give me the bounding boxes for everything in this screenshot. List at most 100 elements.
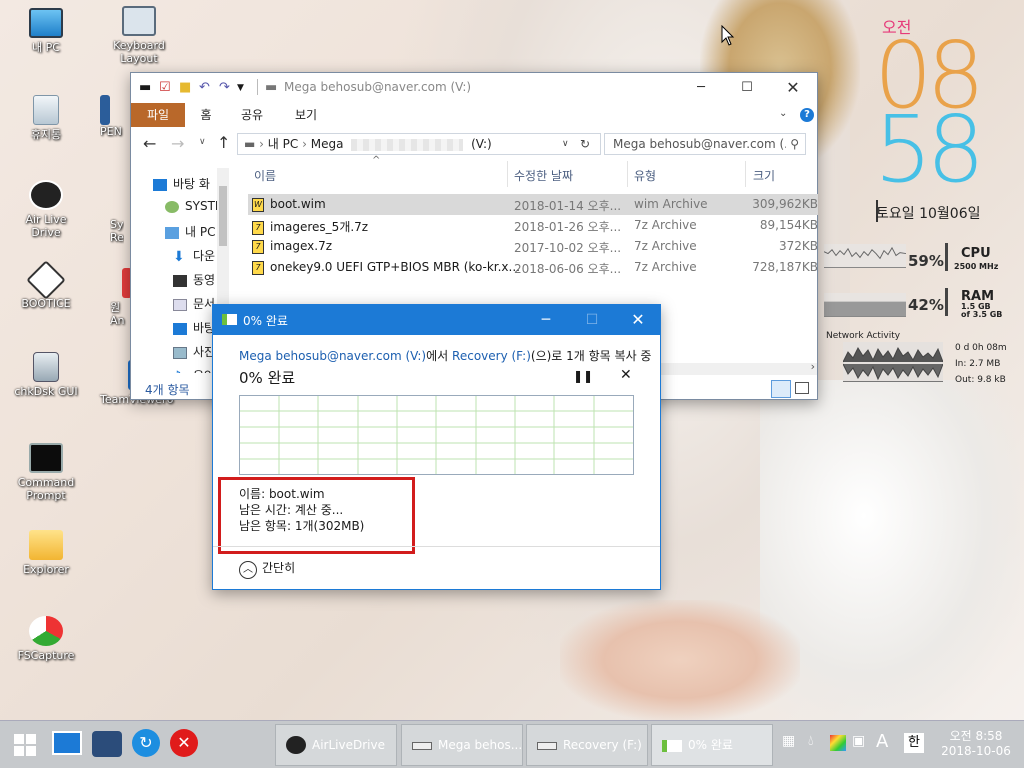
drive-icon[interactable]: ▬ <box>139 80 151 95</box>
desktop-icon-fscapture[interactable]: FSCapture <box>10 616 82 662</box>
desktop-icon-bootice[interactable]: BOOTICE <box>10 260 82 310</box>
nav-item-music[interactable]: ♪음악 <box>173 367 215 373</box>
dialog-titlebar[interactable]: 0% 완료 ─ ☐ ✕ <box>213 305 660 335</box>
file-row[interactable]: 7 imageres_5개.7z 2018-01-26 오후... 7z Arch… <box>248 215 818 236</box>
speed-graph <box>239 395 634 475</box>
nav-item-videos[interactable]: 동영 <box>173 271 215 288</box>
desktop-taskbar-icon[interactable] <box>52 731 82 755</box>
taskbar-button-copy-progress[interactable]: 0% 완료 <box>651 724 773 766</box>
search-icon: ⚲ <box>786 134 799 154</box>
color-tray-icon[interactable] <box>830 735 846 751</box>
recent-locations-icon[interactable]: ∨ <box>199 137 206 147</box>
font-a-tray-icon[interactable]: A <box>876 731 888 752</box>
column-divider[interactable] <box>745 161 746 187</box>
breadcrumb-drive[interactable]: (V:) <box>471 137 492 151</box>
forward-arrow-icon[interactable]: → <box>171 134 184 153</box>
copy-progress-dialog[interactable]: 0% 완료 ─ ☐ ✕ Mega behosub@naver.com (V:)에… <box>212 304 661 590</box>
dialog-maximize-button[interactable]: ☐ <box>569 305 615 335</box>
desktop-icon-command-prompt[interactable]: Command Prompt <box>10 443 82 502</box>
nav-item-pictures[interactable]: 사진 <box>173 343 215 360</box>
tab-share[interactable]: 공유 <box>237 103 267 127</box>
search-input[interactable]: Mega behosub@naver.com (... ⚲ <box>604 133 806 155</box>
details-view-icon[interactable] <box>771 380 791 398</box>
scroll-right-icon[interactable]: › <box>811 360 815 373</box>
cancel-copy-button[interactable]: ✕ <box>620 367 632 383</box>
chkdsk-icon <box>33 352 59 382</box>
network-tray-icon[interactable]: ▦ <box>782 733 795 749</box>
undo-icon[interactable]: ↶ <box>199 80 210 95</box>
nav-scrollbar-thumb[interactable] <box>219 186 227 246</box>
desktop-icon-keyboard-layout[interactable]: Keyboard Layout <box>103 6 175 65</box>
screenshot-taskbar-icon[interactable] <box>92 731 122 757</box>
desktop-icon-label: FSCapture <box>17 649 75 662</box>
nav-item-downloads[interactable]: ⬇ 다운 <box>173 247 215 264</box>
close-taskbar-icon[interactable]: ✕ <box>170 729 198 757</box>
nav-item-system[interactable]: SYSTE <box>165 199 222 213</box>
source-link[interactable]: Mega behosub@naver.com (V:) <box>239 349 426 363</box>
desktop-icon-recycle-bin[interactable]: 휴지통 <box>10 95 82 141</box>
desktop-icon-air-live-drive[interactable]: Air Live Drive <box>10 180 82 239</box>
ime-indicator[interactable]: 한 <box>904 733 924 753</box>
collapse-label: 간단히 <box>262 561 296 575</box>
qat-dropdown-icon[interactable]: ▼ <box>237 83 244 93</box>
up-arrow-icon[interactable]: ↑ <box>217 133 230 152</box>
column-type[interactable]: 유형 <box>634 167 656 184</box>
column-divider[interactable] <box>627 161 628 187</box>
monitor-tray-icon[interactable]: ▣ <box>852 733 865 749</box>
taskbar-button-mega[interactable]: Mega behos... <box>401 724 523 766</box>
address-dropdown-icon[interactable]: ∨ <box>562 134 569 154</box>
properties-icon[interactable]: ☑ <box>159 80 171 95</box>
desktop-icon-pen[interactable]: PEN <box>100 95 130 138</box>
new-folder-icon[interactable]: ■ <box>179 80 191 95</box>
desktop-icon-chkdsk-gui[interactable]: chkDsk GUI <box>10 352 82 398</box>
help-icon[interactable]: ? <box>800 108 814 122</box>
taskbar-clock[interactable]: 오전 8:58 2018-10-06 <box>936 729 1016 759</box>
breadcrumb-my-pc[interactable]: 내 PC <box>268 137 298 151</box>
nav-item-my-pc[interactable]: 내 PC <box>165 223 215 240</box>
collapse-details-button[interactable]: ︿ 간단히 <box>239 559 295 579</box>
maximize-button[interactable]: ☐ <box>724 73 770 103</box>
desktop-icon-system[interactable]: Sy Re <box>110 218 130 244</box>
network-out: Out: 9.8 kB <box>955 375 1006 385</box>
redo-icon[interactable]: ↷ <box>219 80 230 95</box>
column-date[interactable]: 수정한 날짜 <box>514 167 573 184</box>
music-icon: ♪ <box>173 370 187 374</box>
tab-view[interactable]: 보기 <box>291 103 321 127</box>
large-icons-view-icon[interactable] <box>795 382 809 394</box>
explorer-titlebar[interactable]: ▬ ☑ ■ ↶ ↷ ▼ ▬ Mega behosub@naver.com (V:… <box>131 73 817 103</box>
nav-item-desktop2[interactable]: 바탕 <box>173 319 215 336</box>
desktop-icon-explorer[interactable]: Explorer <box>10 530 82 576</box>
breadcrumb-mega[interactable]: Mega <box>311 137 344 151</box>
minimize-button[interactable]: ─ <box>678 73 724 103</box>
column-size[interactable]: 크기 <box>753 167 775 184</box>
pause-button[interactable]: ❚❚ <box>573 369 593 383</box>
desktop-icon-my-pc[interactable]: 내 PC <box>10 8 82 54</box>
nav-item-desktop[interactable]: 바탕 화 <box>153 175 210 192</box>
drop-tray-icon[interactable]: 💧︎ <box>808 733 814 749</box>
network-title: Network Activity <box>826 331 901 341</box>
column-divider[interactable] <box>507 161 508 187</box>
column-name[interactable]: 이름 <box>254 167 276 184</box>
dialog-minimize-button[interactable]: ─ <box>523 305 569 335</box>
taskbar-button-airlivedrive[interactable]: AirLiveDrive <box>275 724 397 766</box>
taskbar-button-recovery[interactable]: Recovery (F:) <box>526 724 648 766</box>
nav-item-documents[interactable]: 문서 <box>173 295 215 312</box>
horizontal-scrollbar[interactable]: › <box>651 360 817 375</box>
file-row[interactable]: 7 imagex.7z 2017-10-02 오후... 7z Archive 3… <box>248 236 818 257</box>
desktop-icon-anydesk[interactable]: 원 An <box>110 268 132 327</box>
start-button[interactable] <box>14 734 36 756</box>
archive-file-icon: 7 <box>252 239 264 254</box>
close-button[interactable]: ✕ <box>770 73 816 103</box>
file-row[interactable]: 7 onekey9.0 UEFI GTP+BIOS MBR (ko-kr.x...… <box>248 257 818 278</box>
sync-taskbar-icon[interactable]: ↻ <box>132 729 160 757</box>
address-bar[interactable]: ▬ › 내 PC › Mega (V:) ∨ ↻ <box>237 133 601 155</box>
ram-bar <box>945 288 948 316</box>
dialog-close-button[interactable]: ✕ <box>615 305 661 335</box>
tab-file[interactable]: 파일 <box>131 103 185 127</box>
file-row[interactable]: Wboot.wim 2018-01-14 오후... wim Archive 3… <box>248 194 818 215</box>
tab-home[interactable]: 홈 <box>193 103 219 127</box>
back-arrow-icon[interactable]: ← <box>143 134 156 153</box>
ribbon-expand-icon[interactable]: ⌄ <box>779 108 787 119</box>
refresh-icon[interactable]: ↻ <box>580 134 590 154</box>
destination-link[interactable]: Recovery (F:) <box>452 349 531 363</box>
